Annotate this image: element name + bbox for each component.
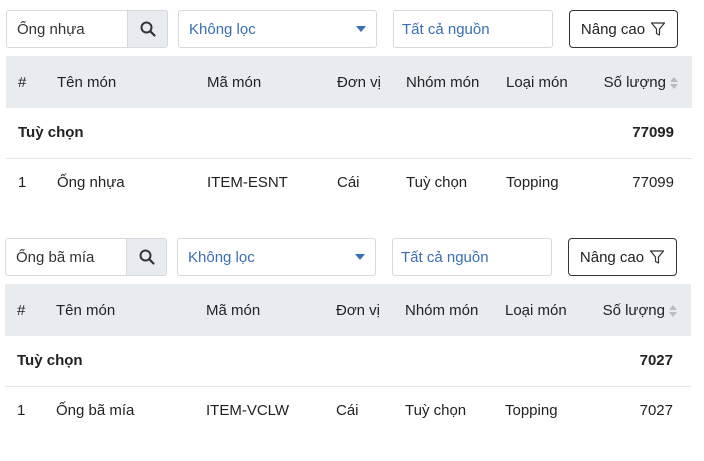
col-header-name[interactable]: Tên món (57, 56, 207, 108)
group-label: Tuỳ chọn (17, 352, 83, 370)
toolbar: Không lọc Tất cả nguồn Nâng cao (0, 228, 704, 284)
search-input[interactable] (7, 11, 127, 47)
advanced-button-label: Nâng cao (579, 248, 645, 266)
search-box (6, 10, 168, 48)
caret-down-icon (356, 26, 366, 32)
search-input[interactable] (6, 239, 126, 275)
advanced-button[interactable]: Nâng cao (568, 238, 677, 276)
filter-select-value: Không lọc (189, 20, 256, 38)
row-group: Tuỳ chọn (405, 401, 467, 419)
col-header-unit[interactable]: Đơn vị (336, 284, 405, 336)
filter-icon (650, 250, 665, 264)
filter-icon (651, 22, 666, 36)
row-index: 1 (18, 173, 27, 191)
col-header-unit[interactable]: Đơn vị (337, 56, 406, 108)
filter-select[interactable]: Không lọc (177, 238, 376, 276)
col-header-code[interactable]: Mã món (207, 56, 337, 108)
caret-down-icon (355, 254, 365, 260)
table-row: 1 Ống bã mía ITEM-VCLW Cái Tuỳ chọn Topp… (5, 386, 691, 434)
table-header-row: # Tên món Mã món Đơn vị Nhóm món Loại mó… (5, 284, 691, 336)
source-select[interactable]: Tất cả nguồn (392, 238, 552, 276)
col-header-type[interactable]: Loại món (506, 56, 592, 108)
items-table: # Tên món Mã món Đơn vị Nhóm món Loại mó… (5, 284, 691, 434)
sort-icon[interactable] (670, 76, 678, 89)
row-code: ITEM-VCLW (206, 401, 290, 419)
col-header-group[interactable]: Nhóm món (406, 56, 506, 108)
table-header-row: # Tên món Mã món Đơn vị Nhóm món Loại mó… (6, 56, 692, 108)
sort-icon[interactable] (669, 304, 677, 317)
group-row: Tuỳ chọn 77099 (6, 108, 692, 158)
search-box (5, 238, 167, 276)
row-name: Ống bã mía (56, 401, 135, 419)
row-type: Topping (505, 401, 558, 419)
search-icon (139, 249, 155, 265)
col-header-qty[interactable]: Số lượng (591, 284, 691, 336)
advanced-button-label: Nâng cao (580, 20, 646, 38)
search-button[interactable] (126, 239, 166, 275)
table-row: 1 Ống nhựa ITEM-ESNT Cái Tuỳ chọn Toppin… (6, 158, 692, 206)
advanced-button[interactable]: Nâng cao (569, 10, 678, 48)
row-group: Tuỳ chọn (406, 173, 468, 191)
item-report-panel-1: Không lọc Tất cả nguồn Nâng cao # Tên mó… (0, 0, 704, 191)
col-header-type[interactable]: Loại món (505, 284, 591, 336)
items-table: # Tên món Mã món Đơn vị Nhóm món Loại mó… (6, 56, 692, 206)
search-icon (140, 21, 156, 37)
group-label: Tuỳ chọn (18, 124, 84, 142)
source-select-value: Tất cả nguồn (402, 20, 490, 38)
group-total: 7027 (639, 352, 673, 370)
row-qty: 7027 (639, 401, 673, 419)
row-code: ITEM-ESNT (207, 173, 288, 191)
col-header-qty-label: Số lượng (603, 73, 666, 91)
row-index: 1 (17, 401, 26, 419)
col-header-index: # (18, 73, 27, 91)
group-row: Tuỳ chọn 7027 (5, 336, 691, 386)
group-total: 77099 (632, 124, 674, 142)
row-unit: Cái (337, 173, 360, 191)
source-select[interactable]: Tất cả nguồn (393, 10, 553, 48)
filter-select[interactable]: Không lọc (178, 10, 377, 48)
item-report-panel-2: Không lọc Tất cả nguồn Nâng cao # Tên mó… (0, 228, 704, 419)
col-header-index: # (17, 301, 26, 319)
col-header-qty[interactable]: Số lượng (592, 56, 692, 108)
col-header-group[interactable]: Nhóm món (405, 284, 505, 336)
row-name: Ống nhựa (57, 173, 125, 191)
row-unit: Cái (336, 401, 359, 419)
col-header-code[interactable]: Mã món (206, 284, 336, 336)
toolbar: Không lọc Tất cả nguồn Nâng cao (0, 0, 704, 56)
row-type: Topping (506, 173, 559, 191)
filter-select-value: Không lọc (188, 248, 255, 266)
col-header-qty-label: Số lượng (602, 301, 665, 319)
col-header-name[interactable]: Tên món (56, 284, 206, 336)
search-button[interactable] (127, 11, 167, 47)
row-qty: 77099 (632, 173, 674, 191)
source-select-value: Tất cả nguồn (401, 248, 489, 266)
